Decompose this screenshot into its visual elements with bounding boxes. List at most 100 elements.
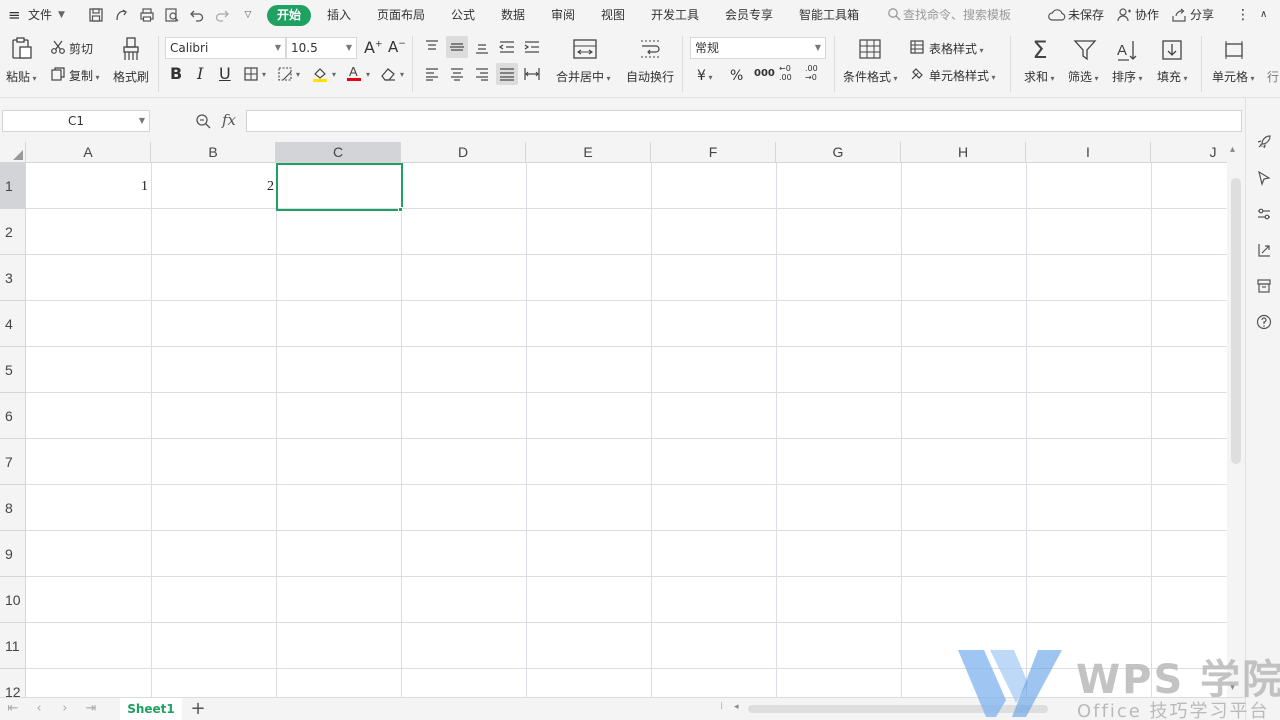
cell-style-button[interactable]: 单元格样式 ▾ [929,67,996,84]
tab-member[interactable]: 会员专享 [725,0,773,30]
vertical-scrollbar[interactable]: ▴ ▾ [1227,142,1245,697]
cell-b1[interactable]: 2 [153,179,274,195]
rocket-icon[interactable] [1256,134,1272,150]
column-header-b[interactable]: B [151,142,276,163]
merge-center-icon[interactable] [572,38,598,60]
customize-toolbar-chevron-icon[interactable]: ▽ [240,7,256,23]
italic-button[interactable]: I [197,64,203,83]
clear-format-eraser-icon[interactable] [379,66,397,82]
borders-icon[interactable] [243,66,259,82]
column-header-e[interactable]: E [526,142,651,163]
conditional-format-icon[interactable] [858,38,882,60]
sheet-tab-sheet1[interactable]: Sheet1 [120,698,182,720]
row-header-11[interactable]: 11 [0,623,26,669]
align-right-icon[interactable] [474,67,490,81]
zoom-magnifier-icon[interactable] [195,113,211,129]
tab-insert[interactable]: 插入 [327,0,351,30]
export-pdf-icon[interactable] [114,7,130,23]
fill-color-icon[interactable] [311,65,329,83]
column-header-c[interactable]: C [276,142,401,163]
collapse-ribbon-chevron-icon[interactable]: ∧ [1260,0,1267,30]
last-sheet-icon[interactable]: ⇥ [84,700,98,718]
increase-font-size-icon[interactable]: A+ [364,38,383,57]
column-header-g[interactable]: G [776,142,901,163]
table-style-button[interactable]: 表格样式 ▾ [929,40,984,57]
undo-icon[interactable] [189,7,205,23]
name-box[interactable]: C1 ▼ [2,110,150,132]
align-left-icon[interactable] [424,67,440,81]
tab-developer[interactable]: 开发工具 [651,0,699,30]
tab-start[interactable]: 开始 [267,5,311,26]
horizontal-scrollbar[interactable]: ⁞ ◂ [720,701,1243,716]
formula-input[interactable] [246,110,1242,132]
sort-icon[interactable]: A [1116,38,1140,62]
save-icon[interactable] [88,7,104,23]
add-sheet-button[interactable]: + [190,699,206,719]
filter-funnel-icon[interactable] [1073,38,1097,62]
scroll-left-icon[interactable]: ◂ [734,702,739,712]
scissors-icon[interactable] [50,39,66,55]
align-middle-icon[interactable] [446,36,468,58]
selected-cell-c1[interactable] [276,163,403,211]
filter-button[interactable]: 筛选 ▾ [1068,68,1099,85]
clear-format-dropdown-icon[interactable]: ▾ [400,70,404,79]
fx-insert-function-icon[interactable]: fx [222,111,236,129]
paste-button[interactable]: 粘贴 ▾ [6,68,37,85]
decrease-decimal-button[interactable]: .00 →0 [805,64,827,82]
currency-button[interactable]: ¥ ▾ [697,68,712,84]
number-format-select[interactable]: 常规 ▼ [690,37,826,59]
wrap-text-button[interactable]: 自动换行 [626,68,674,85]
row-header-2[interactable]: 2 [0,209,26,255]
fill-handle[interactable] [398,207,403,212]
copy-button[interactable]: 复制 ▾ [69,67,100,84]
tab-page-layout[interactable]: 页面布局 [377,0,425,30]
align-bottom-icon[interactable] [474,39,490,55]
decrease-indent-icon[interactable] [498,39,516,55]
cell-pattern-dropdown-icon[interactable]: ▾ [296,70,300,79]
fill-button[interactable]: 填充 ▾ [1157,68,1188,85]
column-header-a[interactable]: A [26,142,151,163]
prev-sheet-icon[interactable]: ‹ [32,700,46,718]
font-color-dropdown-icon[interactable]: ▾ [366,70,370,79]
cell-icon[interactable] [1222,39,1246,61]
tab-review[interactable]: 审阅 [551,0,575,30]
horizontal-scroll-thumb[interactable] [748,705,1048,713]
share-button[interactable]: 分享 [1190,0,1214,30]
borders-dropdown-icon[interactable]: ▾ [262,70,266,79]
font-color-icon[interactable]: A [345,64,363,82]
decrease-font-size-icon[interactable]: A− [388,38,406,56]
underline-button[interactable]: U [219,64,231,83]
sort-button[interactable]: 排序 ▾ [1112,68,1143,85]
scroll-down-icon[interactable]: ▾ [1230,682,1235,693]
help-icon[interactable] [1256,314,1272,330]
first-sheet-icon[interactable]: ⇤ [6,700,20,718]
fill-down-icon[interactable] [1160,38,1184,62]
file-menu[interactable]: 文件 [28,0,52,30]
row-header-8[interactable]: 8 [0,485,26,531]
next-sheet-icon[interactable]: › [58,700,72,718]
row-header-12[interactable]: 12 [0,669,26,697]
conditional-format-button[interactable]: 条件格式 ▾ [843,68,898,85]
row-header-6[interactable]: 6 [0,393,26,439]
cell-button[interactable]: 单元格 ▾ [1212,68,1255,85]
row-header-7[interactable]: 7 [0,439,26,485]
tab-view[interactable]: 视图 [601,0,625,30]
collaborate-button[interactable]: 协作 [1135,0,1159,30]
unsaved-status[interactable]: 未保存 [1068,0,1104,30]
distributed-align-icon[interactable] [523,66,541,82]
increase-indent-icon[interactable] [523,39,541,55]
tab-data[interactable]: 数据 [501,0,525,30]
scroll-up-icon[interactable]: ▴ [1230,144,1235,155]
row-col-button[interactable]: 行 [1267,68,1279,85]
print-preview-icon[interactable] [164,7,180,23]
settings-sliders-icon[interactable] [1256,206,1272,222]
cut-button[interactable]: 剪切 [69,40,93,57]
row-header-10[interactable]: 10 [0,577,26,623]
thousands-separator-button[interactable]: 000 [754,68,775,79]
column-header-j[interactable]: J [1151,142,1227,163]
table-style-icon[interactable] [909,39,925,55]
sum-button[interactable]: 求和 ▾ [1024,68,1055,85]
column-header-h[interactable]: H [901,142,1026,163]
fill-color-dropdown-icon[interactable]: ▾ [332,70,336,79]
row-header-5[interactable]: 5 [0,347,26,393]
